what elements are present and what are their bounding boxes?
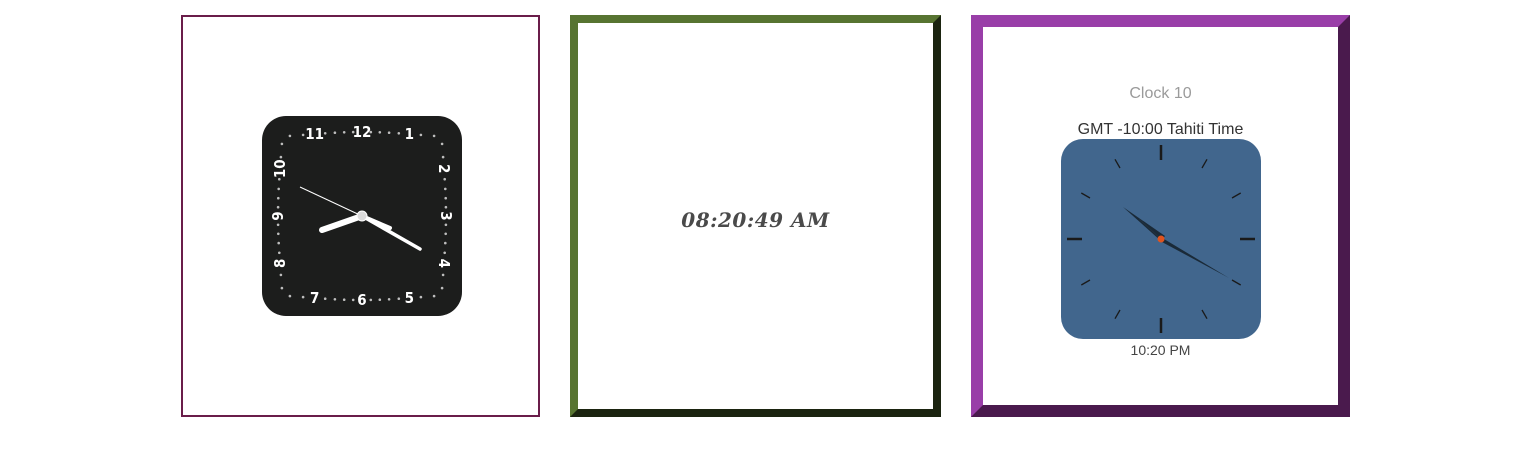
minute-dot [288, 294, 292, 298]
minute-dot [276, 223, 280, 227]
clock-title: Clock 10 [1129, 85, 1192, 102]
clock-numeral: 3 [437, 211, 455, 220]
clock-numeral: 1 [405, 125, 414, 143]
clock-numeral: 11 [305, 125, 324, 143]
minute-dot [333, 131, 337, 134]
clock-panel-1: 12 1 2 3 4 5 6 7 8 9 10 11 [181, 15, 540, 417]
minute-dot [301, 133, 305, 137]
minute-dot [432, 294, 436, 298]
minute-dot [397, 297, 401, 300]
digital-time-display: 08:20:49 AM [681, 208, 830, 232]
minute-dot [419, 295, 423, 299]
minute-dot [441, 155, 445, 159]
clock-panel-2: 08:20:49 AM [570, 15, 941, 417]
clock-numeral: 7 [310, 289, 319, 307]
minute-dot [440, 142, 444, 146]
minute-dot [333, 298, 337, 301]
minute-dot [288, 134, 292, 138]
minute-dot [444, 205, 448, 209]
minute-dot [444, 196, 447, 200]
minute-dot [369, 298, 373, 302]
minute-dot [277, 241, 280, 245]
minute-dot [277, 232, 280, 236]
analog-clock-dark: 12 1 2 3 4 5 6 7 8 9 10 11 [262, 116, 462, 316]
minute-dot [277, 196, 280, 200]
minute-dot [301, 295, 305, 299]
analog-clock-blue-face [1061, 139, 1261, 339]
minute-dot [276, 205, 280, 209]
minute-dot [432, 134, 436, 138]
minute-dot [378, 298, 382, 301]
clock-timezone-label: GMT -10:00 Tahiti Time [1077, 121, 1244, 138]
analog-clock-dark-face: 12 1234567891011 [262, 116, 462, 316]
clock-numeral: 10 [271, 159, 289, 178]
minute-dot [444, 187, 447, 191]
minute-dot [279, 273, 283, 277]
minute-dot [323, 132, 327, 135]
clock-numeral: 6 [357, 291, 366, 309]
minute-dot [278, 251, 281, 255]
minute-dot [342, 131, 346, 134]
clock-numeral: 2 [435, 164, 453, 173]
minute-dot [444, 241, 447, 245]
clock-numeral: 5 [405, 289, 414, 307]
minute-dot [342, 298, 346, 301]
analog-clock-blue [1061, 139, 1261, 339]
clock-numeral: 4 [435, 259, 453, 268]
minute-dot [387, 298, 391, 301]
minute-dot [323, 297, 327, 300]
minute-dot [443, 251, 446, 255]
minute-dot [440, 286, 444, 290]
minute-dot [387, 131, 391, 134]
clock-numeral: 9 [269, 211, 287, 220]
minute-dot [277, 187, 280, 191]
minute-dot [444, 223, 448, 227]
clock-numeral: 12 [353, 123, 372, 141]
minute-dot [443, 177, 446, 181]
minute-dot [419, 133, 423, 137]
minute-dot [279, 155, 283, 159]
minute-dot [397, 132, 401, 135]
minute-dot [444, 232, 447, 236]
minute-dot [378, 131, 382, 134]
minute-dot [441, 273, 445, 277]
minute-dot [280, 286, 284, 290]
clock-time-label: 10:20 PM [1130, 342, 1191, 358]
minute-dot [280, 142, 284, 146]
clock-panel-3: Clock 10 GMT -10:00 Tahiti Time 10:20 PM [971, 15, 1350, 417]
clock-center-pin [356, 210, 368, 222]
clock-center-pin [1157, 235, 1165, 243]
minute-dot [351, 298, 355, 302]
clock-numeral: 8 [271, 259, 289, 268]
